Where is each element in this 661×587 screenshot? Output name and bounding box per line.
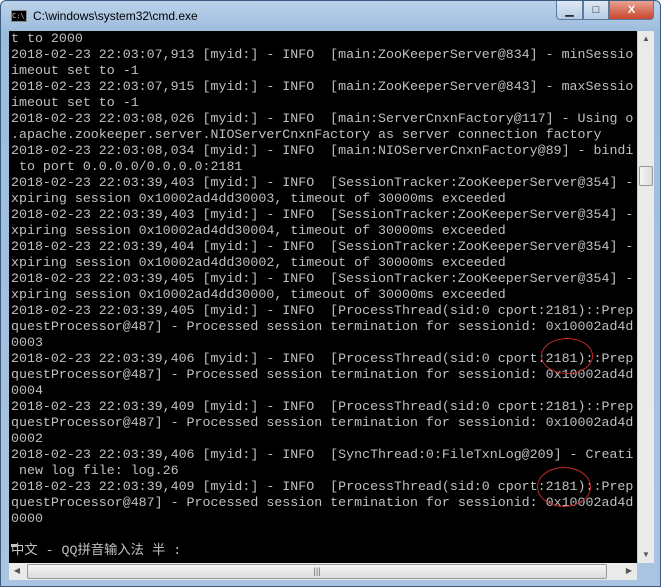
console-line: 2018-02-23 22:03:39,409 [myid:] - INFO […	[11, 399, 634, 414]
console-line: to port 0.0.0.0/0.0.0.0:2181	[11, 159, 243, 174]
scroll-right-arrow-icon[interactable]: ▶	[621, 563, 637, 579]
annotation-circle	[541, 338, 593, 374]
console-line: 2018-02-23 22:03:07,915 [myid:] - INFO […	[11, 79, 634, 94]
console-line: 0000	[11, 511, 43, 526]
console-line: questProcessor@487] - Processed session …	[11, 367, 634, 382]
horizontal-scroll-thumb[interactable]: |||	[27, 564, 607, 579]
scroll-left-arrow-icon[interactable]: ◀	[9, 563, 25, 579]
console-line: 0004	[11, 383, 43, 398]
annotation-circle	[537, 467, 591, 507]
console-line: 0002	[11, 431, 43, 446]
console-line: xpiring session 0x10002ad4dd30003, timeo…	[11, 191, 506, 206]
console-line: .apache.zookeeper.server.NIOServerCnxnFa…	[11, 127, 602, 142]
console-line: 2018-02-23 22:03:39,405 [myid:] - INFO […	[11, 271, 634, 286]
console-line: 中文 - QQ拼音输入法 半 :	[11, 543, 182, 558]
console-line: imeout set to -1	[11, 95, 139, 110]
vertical-scroll-thumb[interactable]	[639, 166, 653, 186]
console-line: questProcessor@487] - Processed session …	[11, 319, 634, 334]
console-line: 2018-02-23 22:03:08,034 [myid:] - INFO […	[11, 143, 634, 158]
console-line: questProcessor@487] - Processed session …	[11, 415, 634, 430]
console-line: imeout set to -1	[11, 63, 139, 78]
console-line: t to 2000	[11, 31, 83, 46]
console-line: 2018-02-23 22:03:39,406 [myid:] - INFO […	[11, 447, 634, 462]
minimize-button[interactable]: ▁	[556, 1, 583, 20]
maximize-button[interactable]: □	[583, 1, 609, 20]
scroll-down-arrow-icon[interactable]: ▼	[638, 547, 654, 563]
console-line: 2018-02-23 22:03:07,913 [myid:] - INFO […	[11, 47, 634, 62]
cmd-window: C:\_ C:\windows\system32\cmd.exe ▁ □ X t…	[0, 0, 661, 587]
console-line: 2018-02-23 22:03:39,403 [myid:] - INFO […	[11, 207, 634, 222]
scroll-up-arrow-icon[interactable]: ▲	[638, 31, 654, 47]
vertical-scrollbar[interactable]: ▲ ▼	[637, 31, 654, 563]
console-line: 2018-02-23 22:03:39,404 [myid:] - INFO […	[11, 239, 634, 254]
console-line: xpiring session 0x10002ad4dd30004, timeo…	[11, 223, 506, 238]
text-cursor	[11, 544, 18, 547]
window-title: C:\windows\system32\cmd.exe	[33, 9, 198, 23]
title-bar[interactable]: C:\_ C:\windows\system32\cmd.exe ▁ □ X	[1, 1, 660, 31]
console-line: 2018-02-23 22:03:39,403 [myid:] - INFO […	[11, 175, 634, 190]
console-line: xpiring session 0x10002ad4dd30002, timeo…	[11, 255, 506, 270]
horizontal-scrollbar[interactable]: ◀ ||| ▶	[9, 563, 637, 580]
console-line: 2018-02-23 22:03:39,405 [myid:] - INFO […	[11, 303, 634, 318]
console-line: 2018-02-23 22:03:08,026 [myid:] - INFO […	[11, 111, 634, 126]
close-button[interactable]: X	[609, 1, 654, 20]
cmd-app-icon[interactable]: C:\_	[11, 10, 29, 22]
console-line: xpiring session 0x10002ad4dd30000, timeo…	[11, 287, 506, 302]
